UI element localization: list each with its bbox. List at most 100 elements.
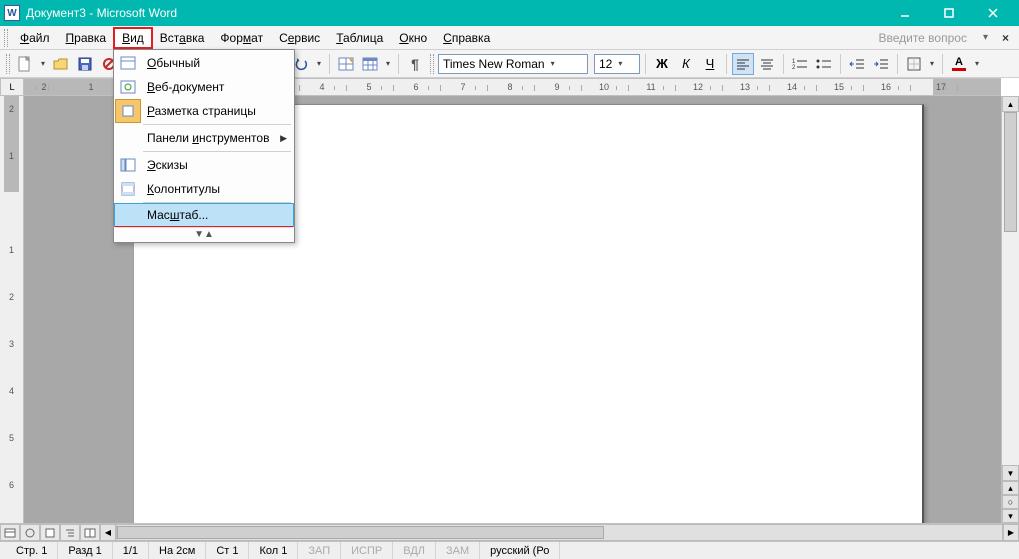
numbered-list-icon: 12	[792, 58, 808, 70]
open-button[interactable]	[50, 53, 72, 75]
normal-view-button[interactable]	[0, 524, 20, 541]
ruler-corner-tab[interactable]: L	[0, 78, 24, 96]
maximize-button[interactable]	[927, 0, 971, 26]
bulleted-list-button[interactable]	[813, 53, 835, 75]
borders-dropdown[interactable]: ▾	[927, 59, 937, 68]
status-section[interactable]: Разд 1	[58, 542, 112, 559]
menu-help[interactable]: Справка	[435, 28, 498, 48]
numbered-list-button[interactable]: 12	[789, 53, 811, 75]
svg-text:2: 2	[792, 65, 796, 70]
decrease-indent-icon	[849, 58, 865, 70]
outline-view-button[interactable]	[60, 524, 80, 541]
vertical-scrollbar[interactable]: ▲ ▼ ▴ ○ ▾	[1001, 96, 1019, 523]
font-color-button[interactable]: A	[948, 53, 970, 75]
new-doc-dropdown[interactable]: ▾	[38, 59, 48, 68]
window-title: Документ3 - Microsoft Word	[26, 6, 177, 20]
minimize-button[interactable]	[883, 0, 927, 26]
show-formatting-button[interactable]: ¶	[404, 53, 426, 75]
maximize-icon	[944, 8, 954, 18]
menu-item-normal[interactable]: Обычный	[115, 51, 293, 75]
menu-edit[interactable]: Правка	[58, 28, 115, 48]
help-dropdown[interactable]: ▾	[979, 32, 992, 43]
status-rec[interactable]: ЗАП	[298, 542, 341, 559]
align-left-icon	[736, 58, 750, 70]
underline-button[interactable]: Ч	[699, 53, 721, 75]
vertical-ruler[interactable]: 2 1 1 2 3 4 5 6	[0, 96, 24, 523]
vscroll-thumb[interactable]	[1004, 112, 1017, 232]
menu-item-print-layout[interactable]: Разметка страницы	[115, 99, 293, 123]
menu-expand[interactable]: ▼▲	[115, 227, 293, 241]
menu-item-web[interactable]: Веб-документ	[115, 75, 293, 99]
status-pages[interactable]: 1/1	[113, 542, 149, 559]
menu-format[interactable]: Формат	[212, 28, 271, 48]
menubar-grip[interactable]	[4, 29, 8, 47]
hscroll-track[interactable]	[116, 524, 1003, 541]
toolbar-grip-2[interactable]	[430, 54, 434, 74]
align-left-button[interactable]	[732, 53, 754, 75]
menu-insert[interactable]: Вставка	[152, 28, 213, 48]
menu-bar: Файл Правка Вид Вставка Формат Сервис Та…	[0, 26, 1019, 50]
chevron-down-icon: ▾	[618, 59, 622, 68]
doc-close-button[interactable]: ×	[996, 31, 1015, 45]
font-name-combo[interactable]: Times New Roman▾	[438, 54, 588, 74]
status-col[interactable]: Кол 1	[249, 542, 298, 559]
help-question-box[interactable]: Введите вопрос	[878, 31, 975, 45]
insert-table-dropdown[interactable]: ▾	[383, 59, 393, 68]
menu-item-thumbnails[interactable]: Эскизы	[115, 153, 293, 177]
increase-indent-button[interactable]	[870, 53, 892, 75]
menu-window[interactable]: Окно	[391, 28, 435, 48]
decrease-indent-button[interactable]	[846, 53, 868, 75]
chevron-down-icon: ▾	[551, 59, 555, 68]
close-button[interactable]	[971, 0, 1015, 26]
menu-file[interactable]: Файл	[12, 28, 58, 48]
status-line[interactable]: Ст 1	[206, 542, 249, 559]
menu-item-zoom[interactable]: Масштаб...	[114, 203, 294, 227]
status-lang[interactable]: русский (Ро	[480, 542, 560, 559]
status-page[interactable]: Стр. 1	[6, 542, 58, 559]
next-page-button[interactable]: ▾	[1002, 509, 1019, 523]
print-layout-view-button[interactable]	[40, 524, 60, 541]
status-ext[interactable]: ВДЛ	[393, 542, 436, 559]
bold-icon: Ж	[656, 56, 668, 71]
save-icon	[78, 57, 92, 71]
menu-item-header-footer[interactable]: Колонтитулы	[115, 177, 293, 201]
save-button[interactable]	[74, 53, 96, 75]
outline-view-icon	[64, 528, 76, 538]
reading-view-icon	[84, 528, 96, 538]
toolbar-grip[interactable]	[6, 54, 10, 74]
tables-borders-button[interactable]	[335, 53, 357, 75]
menu-item-toolbars[interactable]: Панели инструментов ▶	[115, 126, 293, 150]
status-at[interactable]: На 2см	[149, 542, 206, 559]
prev-page-button[interactable]: ▴	[1002, 481, 1019, 495]
scroll-right-button[interactable]: ▶	[1003, 524, 1019, 541]
align-center-button[interactable]	[756, 53, 778, 75]
bold-button[interactable]: Ж	[651, 53, 673, 75]
hscroll-thumb[interactable]	[117, 526, 604, 539]
underline-icon: Ч	[706, 56, 715, 71]
web-view-button[interactable]	[20, 524, 40, 541]
font-color-dropdown[interactable]: ▾	[972, 59, 982, 68]
scroll-up-button[interactable]: ▲	[1002, 96, 1019, 112]
close-icon	[988, 8, 998, 18]
borders-button[interactable]	[903, 53, 925, 75]
normal-view-icon	[120, 56, 136, 70]
reading-view-button[interactable]	[80, 524, 100, 541]
font-size-combo[interactable]: 12▾	[594, 54, 640, 74]
status-trk[interactable]: ИСПР	[341, 542, 393, 559]
header-footer-icon	[120, 182, 136, 196]
undo-dropdown[interactable]: ▾	[314, 59, 324, 68]
new-doc-button[interactable]	[14, 53, 36, 75]
menu-tools[interactable]: Сервис	[271, 28, 328, 48]
status-ovr[interactable]: ЗАМ	[436, 542, 480, 559]
menu-view[interactable]: Вид	[114, 28, 152, 48]
scroll-left-button[interactable]: ◀	[100, 524, 116, 541]
scroll-down-button[interactable]: ▼	[1002, 465, 1019, 481]
web-view-icon	[24, 528, 36, 538]
status-bar: Стр. 1 Разд 1 1/1 На 2см Ст 1 Кол 1 ЗАП …	[0, 541, 1019, 559]
italic-button[interactable]: К	[675, 53, 697, 75]
title-bar: W Документ3 - Microsoft Word	[0, 0, 1019, 26]
new-doc-icon	[18, 56, 32, 72]
insert-table-button[interactable]	[359, 53, 381, 75]
menu-table[interactable]: Таблица	[328, 28, 391, 48]
browse-object-button[interactable]: ○	[1002, 495, 1019, 509]
